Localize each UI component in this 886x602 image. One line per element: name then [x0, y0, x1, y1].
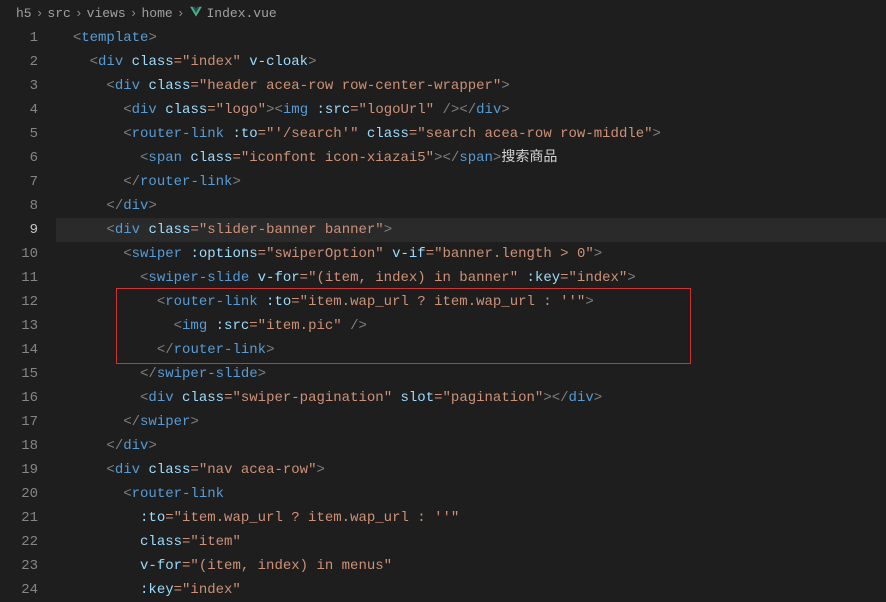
code-line[interactable]: :key="index": [56, 578, 886, 602]
code-line[interactable]: <div class="logo"><img :src="logoUrl" />…: [56, 98, 886, 122]
code-line[interactable]: <img :src="item.pic" />: [56, 314, 886, 338]
code-line[interactable]: </router-link>: [56, 170, 886, 194]
line-number-gutter: 1 2 3 4 5 6 7 8 9 10 11 12 13 14 15 16 1…: [0, 26, 56, 602]
line-number: 18: [0, 434, 38, 458]
code-editor[interactable]: 1 2 3 4 5 6 7 8 9 10 11 12 13 14 15 16 1…: [0, 26, 886, 602]
code-line[interactable]: <template>: [56, 26, 886, 50]
code-line[interactable]: <router-link :to="item.wap_url ? item.wa…: [56, 290, 886, 314]
line-number: 5: [0, 122, 38, 146]
code-line[interactable]: <swiper :options="swiperOption" v-if="ba…: [56, 242, 886, 266]
line-number: 7: [0, 170, 38, 194]
code-line[interactable]: </swiper-slide>: [56, 362, 886, 386]
line-number: 1: [0, 26, 38, 50]
code-line[interactable]: </div>: [56, 194, 886, 218]
code-line[interactable]: </div>: [56, 434, 886, 458]
code-line[interactable]: v-for="(item, index) in menus": [56, 554, 886, 578]
code-line[interactable]: <router-link: [56, 482, 886, 506]
breadcrumb-item[interactable]: h5: [16, 6, 32, 21]
line-number: 24: [0, 578, 38, 602]
line-number: 17: [0, 410, 38, 434]
code-line[interactable]: <router-link :to="'/search'" class="sear…: [56, 122, 886, 146]
code-line[interactable]: <swiper-slide v-for="(item, index) in ba…: [56, 266, 886, 290]
code-line[interactable]: </router-link>: [56, 338, 886, 362]
code-line[interactable]: <span class="iconfont icon-xiazai5"></sp…: [56, 146, 886, 170]
line-number: 4: [0, 98, 38, 122]
breadcrumb-item[interactable]: home: [141, 6, 172, 21]
code-line[interactable]: </swiper>: [56, 410, 886, 434]
line-number: 13: [0, 314, 38, 338]
line-number: 22: [0, 530, 38, 554]
line-number: 23: [0, 554, 38, 578]
line-number: 11: [0, 266, 38, 290]
line-number: 21: [0, 506, 38, 530]
code-line[interactable]: <div class="nav acea-row">: [56, 458, 886, 482]
code-line-active[interactable]: <div class="slider-banner banner">: [56, 218, 886, 242]
line-number: 10: [0, 242, 38, 266]
line-number: 19: [0, 458, 38, 482]
code-content[interactable]: <template> <div class="index" v-cloak> <…: [56, 26, 886, 602]
line-number: 3: [0, 74, 38, 98]
code-line[interactable]: class="item": [56, 530, 886, 554]
line-number: 2: [0, 50, 38, 74]
line-number-active: 9: [0, 218, 38, 242]
line-number: 12: [0, 290, 38, 314]
line-number: 6: [0, 146, 38, 170]
chevron-right-icon: ›: [130, 6, 138, 21]
breadcrumb-item[interactable]: src: [47, 6, 70, 21]
breadcrumb-item[interactable]: Index.vue: [207, 6, 277, 21]
chevron-right-icon: ›: [177, 6, 185, 21]
line-number: 16: [0, 386, 38, 410]
line-number: 8: [0, 194, 38, 218]
vue-file-icon: [189, 5, 207, 21]
line-number: 14: [0, 338, 38, 362]
code-line[interactable]: <div class="header acea-row row-center-w…: [56, 74, 886, 98]
chevron-right-icon: ›: [36, 6, 44, 21]
line-number: 20: [0, 482, 38, 506]
breadcrumb[interactable]: h5 › src › views › home › Index.vue: [0, 0, 886, 26]
breadcrumb-item[interactable]: views: [87, 6, 126, 21]
line-number: 15: [0, 362, 38, 386]
code-line[interactable]: <div class="swiper-pagination" slot="pag…: [56, 386, 886, 410]
chevron-right-icon: ›: [75, 6, 83, 21]
code-line[interactable]: :to="item.wap_url ? item.wap_url : ''": [56, 506, 886, 530]
code-line[interactable]: <div class="index" v-cloak>: [56, 50, 886, 74]
